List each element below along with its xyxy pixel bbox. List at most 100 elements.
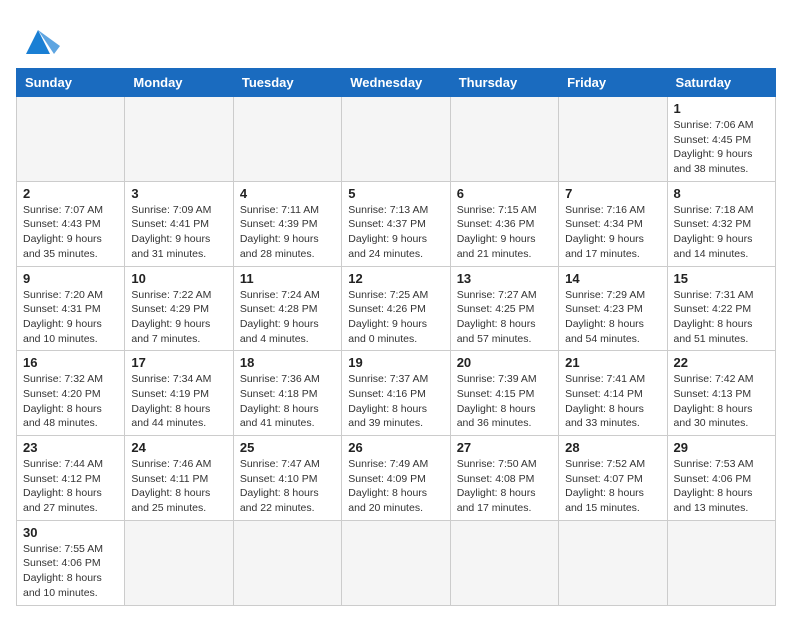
day-of-week-header: Friday [559,69,667,97]
day-number: 7 [565,186,660,201]
day-number: 19 [348,355,443,370]
day-of-week-header: Wednesday [342,69,450,97]
day-number: 10 [131,271,226,286]
calendar-week-row: 30 Sunrise: 7:55 AM Sunset: 4:06 PM Dayli… [17,520,776,605]
day-number: 24 [131,440,226,455]
calendar-day-cell: 29 Sunrise: 7:53 AM Sunset: 4:06 PM Dayli… [667,436,775,521]
calendar-header-row: SundayMondayTuesdayWednesdayThursdayFrid… [17,69,776,97]
day-number: 11 [240,271,335,286]
header [16,16,776,60]
day-number: 20 [457,355,552,370]
calendar-day-cell: 23 Sunrise: 7:44 AM Sunset: 4:12 PM Dayli… [17,436,125,521]
calendar-week-row: 1 Sunrise: 7:06 AM Sunset: 4:45 PM Daylig… [17,97,776,182]
calendar-day-cell: 3Sunrise: 7:09 AM Sunset: 4:41 PM Daylig… [125,181,233,266]
calendar-week-row: 9Sunrise: 7:20 AM Sunset: 4:31 PM Daylig… [17,266,776,351]
day-info: Sunrise: 7:15 AM Sunset: 4:36 PM Dayligh… [457,203,552,262]
day-info: Sunrise: 7:16 AM Sunset: 4:34 PM Dayligh… [565,203,660,262]
day-number: 26 [348,440,443,455]
day-number: 16 [23,355,118,370]
calendar-day-cell: 4Sunrise: 7:11 AM Sunset: 4:39 PM Daylig… [233,181,341,266]
day-number: 23 [23,440,118,455]
day-info: Sunrise: 7:07 AM Sunset: 4:43 PM Dayligh… [23,203,118,262]
day-of-week-header: Sunday [17,69,125,97]
day-of-week-header: Saturday [667,69,775,97]
calendar-day-cell: 18 Sunrise: 7:36 AM Sunset: 4:18 PM Dayli… [233,351,341,436]
day-info: Sunrise: 7:29 AM Sunset: 4:23 PM Dayligh… [565,288,660,347]
calendar-day-cell: 2 Sunrise: 7:07 AM Sunset: 4:43 PM Daylig… [17,181,125,266]
day-info: Sunrise: 7:13 AM Sunset: 4:37 PM Dayligh… [348,203,443,262]
calendar-day-cell [450,97,558,182]
day-number: 30 [23,525,118,540]
day-info: Sunrise: 7:44 AM Sunset: 4:12 PM Dayligh… [23,457,118,516]
day-info: Sunrise: 7:34 AM Sunset: 4:19 PM Dayligh… [131,372,226,431]
day-of-week-header: Thursday [450,69,558,97]
day-of-week-header: Tuesday [233,69,341,97]
day-number: 13 [457,271,552,286]
calendar-day-cell [667,520,775,605]
day-number: 22 [674,355,769,370]
calendar-day-cell: 7 Sunrise: 7:16 AM Sunset: 4:34 PM Daylig… [559,181,667,266]
calendar-day-cell: 6 Sunrise: 7:15 AM Sunset: 4:36 PM Daylig… [450,181,558,266]
logo [16,16,64,60]
day-info: Sunrise: 7:18 AM Sunset: 4:32 PM Dayligh… [674,203,769,262]
calendar-table: SundayMondayTuesdayWednesdayThursdayFrid… [16,68,776,606]
calendar-day-cell [233,520,341,605]
day-info: Sunrise: 7:06 AM Sunset: 4:45 PM Dayligh… [674,118,769,177]
calendar-day-cell [559,97,667,182]
calendar-day-cell: 16Sunrise: 7:32 AM Sunset: 4:20 PM Dayli… [17,351,125,436]
day-info: Sunrise: 7:42 AM Sunset: 4:13 PM Dayligh… [674,372,769,431]
day-number: 2 [23,186,118,201]
day-number: 5 [348,186,443,201]
day-info: Sunrise: 7:52 AM Sunset: 4:07 PM Dayligh… [565,457,660,516]
day-info: Sunrise: 7:25 AM Sunset: 4:26 PM Dayligh… [348,288,443,347]
calendar-day-cell [450,520,558,605]
calendar-week-row: 16Sunrise: 7:32 AM Sunset: 4:20 PM Dayli… [17,351,776,436]
calendar-day-cell: 13Sunrise: 7:27 AM Sunset: 4:25 PM Dayli… [450,266,558,351]
calendar-day-cell: 17 Sunrise: 7:34 AM Sunset: 4:19 PM Dayli… [125,351,233,436]
calendar-day-cell: 27 Sunrise: 7:50 AM Sunset: 4:08 PM Dayli… [450,436,558,521]
day-info: Sunrise: 7:49 AM Sunset: 4:09 PM Dayligh… [348,457,443,516]
day-number: 12 [348,271,443,286]
day-info: Sunrise: 7:55 AM Sunset: 4:06 PM Dayligh… [23,542,118,601]
day-info: Sunrise: 7:39 AM Sunset: 4:15 PM Dayligh… [457,372,552,431]
day-number: 14 [565,271,660,286]
calendar-day-cell: 30 Sunrise: 7:55 AM Sunset: 4:06 PM Dayli… [17,520,125,605]
calendar-day-cell: 21 Sunrise: 7:41 AM Sunset: 4:14 PM Dayli… [559,351,667,436]
day-number: 1 [674,101,769,116]
calendar-week-row: 23 Sunrise: 7:44 AM Sunset: 4:12 PM Dayli… [17,436,776,521]
day-number: 15 [674,271,769,286]
day-of-week-header: Monday [125,69,233,97]
day-number: 9 [23,271,118,286]
calendar-day-cell: 25Sunrise: 7:47 AM Sunset: 4:10 PM Dayli… [233,436,341,521]
day-number: 8 [674,186,769,201]
day-info: Sunrise: 7:47 AM Sunset: 4:10 PM Dayligh… [240,457,335,516]
day-info: Sunrise: 7:11 AM Sunset: 4:39 PM Dayligh… [240,203,335,262]
calendar-day-cell: 28Sunrise: 7:52 AM Sunset: 4:07 PM Dayli… [559,436,667,521]
calendar-day-cell: 14 Sunrise: 7:29 AM Sunset: 4:23 PM Dayli… [559,266,667,351]
day-info: Sunrise: 7:41 AM Sunset: 4:14 PM Dayligh… [565,372,660,431]
day-info: Sunrise: 7:53 AM Sunset: 4:06 PM Dayligh… [674,457,769,516]
calendar-day-cell [233,97,341,182]
calendar-day-cell: 20 Sunrise: 7:39 AM Sunset: 4:15 PM Dayli… [450,351,558,436]
calendar-day-cell [125,520,233,605]
calendar-day-cell: 11Sunrise: 7:24 AM Sunset: 4:28 PM Dayli… [233,266,341,351]
calendar-day-cell: 1 Sunrise: 7:06 AM Sunset: 4:45 PM Daylig… [667,97,775,182]
calendar-day-cell: 5 Sunrise: 7:13 AM Sunset: 4:37 PM Daylig… [342,181,450,266]
calendar-day-cell [559,520,667,605]
calendar-day-cell: 12 Sunrise: 7:25 AM Sunset: 4:26 PM Dayli… [342,266,450,351]
day-number: 17 [131,355,226,370]
day-number: 29 [674,440,769,455]
calendar-day-cell: 22 Sunrise: 7:42 AM Sunset: 4:13 PM Dayli… [667,351,775,436]
day-info: Sunrise: 7:36 AM Sunset: 4:18 PM Dayligh… [240,372,335,431]
calendar-day-cell: 19Sunrise: 7:37 AM Sunset: 4:16 PM Dayli… [342,351,450,436]
day-info: Sunrise: 7:50 AM Sunset: 4:08 PM Dayligh… [457,457,552,516]
calendar-day-cell: 8 Sunrise: 7:18 AM Sunset: 4:32 PM Daylig… [667,181,775,266]
logo-icon [16,16,60,60]
day-number: 18 [240,355,335,370]
day-number: 6 [457,186,552,201]
day-number: 27 [457,440,552,455]
calendar-day-cell: 15Sunrise: 7:31 AM Sunset: 4:22 PM Dayli… [667,266,775,351]
calendar-day-cell: 10Sunrise: 7:22 AM Sunset: 4:29 PM Dayli… [125,266,233,351]
day-number: 21 [565,355,660,370]
calendar-day-cell [125,97,233,182]
